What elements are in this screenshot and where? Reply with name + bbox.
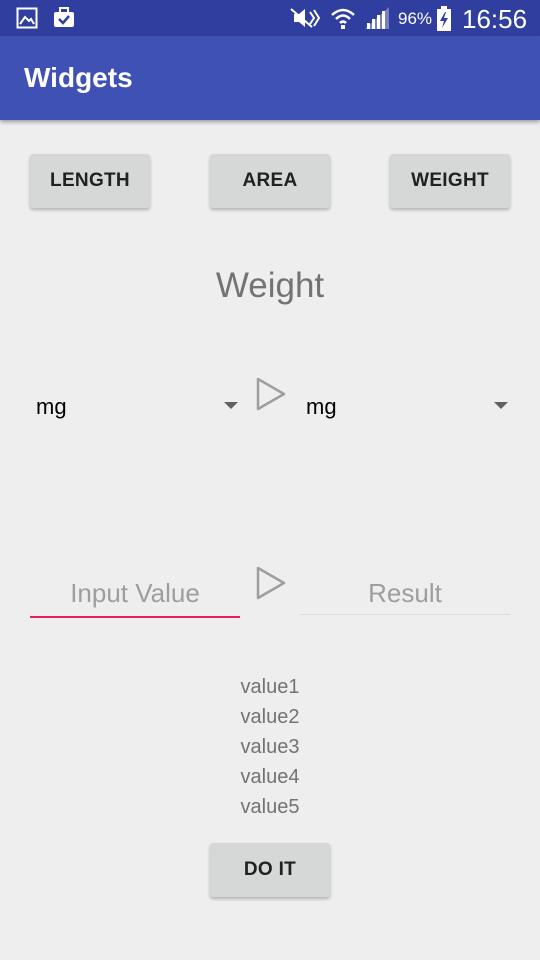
play-arrow-icon bbox=[256, 566, 286, 600]
dropdown-arrow-icon bbox=[224, 402, 238, 409]
area-button[interactable]: AREA bbox=[210, 154, 330, 208]
section-title: Weight bbox=[215, 266, 325, 305]
list-item[interactable]: value2 bbox=[0, 702, 540, 732]
mute-icon bbox=[290, 8, 321, 28]
battery-percentage: 96% bbox=[398, 9, 433, 28]
input-value-field[interactable] bbox=[30, 570, 240, 618]
battery-charging-icon bbox=[437, 6, 451, 31]
value-list: value1 value2 value3 value4 value5 bbox=[0, 672, 540, 822]
list-item[interactable]: value3 bbox=[0, 732, 540, 762]
from-unit-value: mg bbox=[36, 394, 67, 419]
result-field: Result bbox=[300, 570, 510, 615]
app-bar: Widgets bbox=[0, 36, 540, 120]
list-item[interactable]: value4 bbox=[0, 762, 540, 792]
to-unit-value: mg bbox=[306, 394, 337, 419]
dropdown-arrow-icon bbox=[494, 402, 508, 409]
play-arrow-icon bbox=[256, 377, 286, 411]
app-title: Widgets bbox=[24, 62, 133, 93]
clock: 16:56 bbox=[462, 4, 528, 34]
gallery-notification-icon bbox=[16, 7, 38, 29]
from-unit-spinner[interactable]: mg bbox=[30, 388, 240, 428]
briefcase-check-icon bbox=[54, 7, 74, 27]
signal-icon bbox=[365, 7, 389, 29]
length-button[interactable]: LENGTH bbox=[30, 154, 150, 208]
list-item[interactable]: value5 bbox=[0, 792, 540, 822]
do-it-button[interactable]: DO IT bbox=[210, 843, 330, 897]
list-item[interactable]: value1 bbox=[0, 672, 540, 702]
wifi-icon bbox=[331, 8, 355, 29]
weight-button[interactable]: WEIGHT bbox=[390, 154, 510, 208]
status-bar: 96% 16:56 bbox=[0, 0, 540, 36]
to-unit-spinner[interactable]: mg bbox=[300, 388, 510, 428]
